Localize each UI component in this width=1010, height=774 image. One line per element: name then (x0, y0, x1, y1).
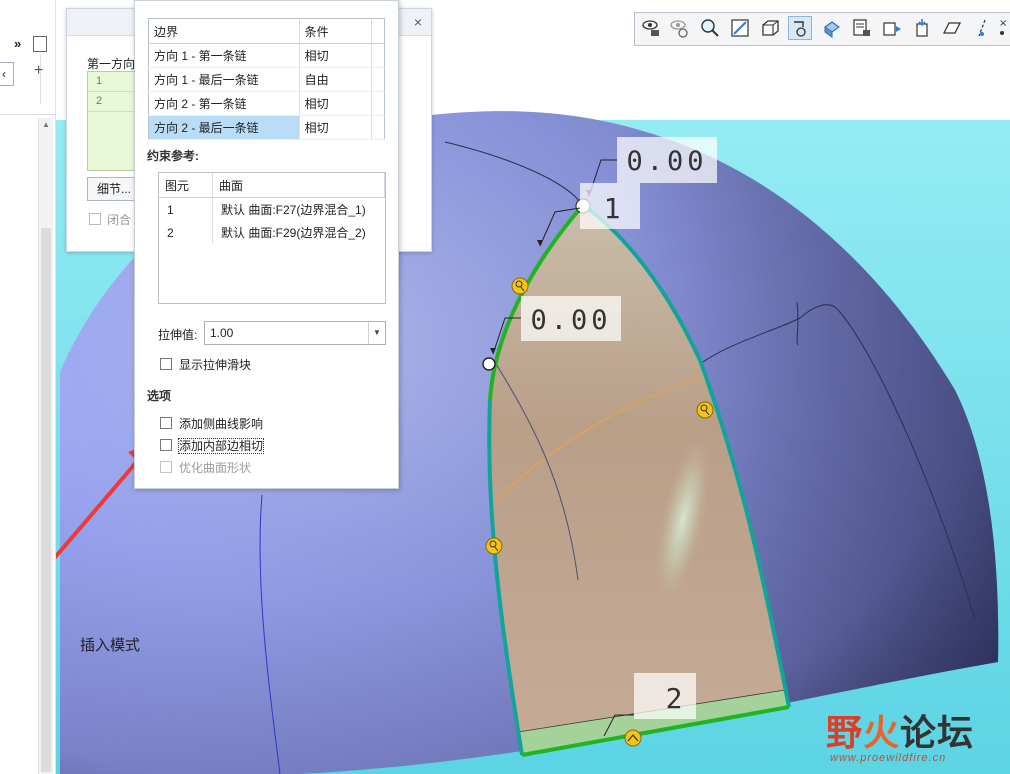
details-button[interactable]: 细节... (87, 177, 141, 201)
constraints-dialog: 边界 条件 方向 1 - 第一条链 相切 方向 1 - 最后一条链 自由 方向 … (134, 0, 399, 489)
perspective-icon[interactable] (941, 17, 963, 39)
closed-blend-checkbox[interactable]: 闭合 (89, 211, 131, 228)
control-point-left[interactable] (482, 357, 496, 371)
checkbox-icon[interactable] (160, 417, 172, 429)
close-icon[interactable]: × (414, 14, 422, 30)
tangent-marker-icon[interactable] (485, 537, 503, 555)
view-manager-icon[interactable] (851, 17, 873, 39)
stretch-value-label: 拉伸值: (158, 328, 198, 342)
show-stretch-slider-checkbox[interactable]: 显示拉伸滑块 (160, 356, 251, 373)
chain-label-1: 1 (604, 192, 621, 225)
back-button[interactable]: ‹ (0, 62, 14, 86)
expand-icon[interactable]: » (14, 36, 21, 51)
svg-text:×: × (999, 18, 1007, 29)
table-row[interactable]: 方向 1 - 最后一条链 自由 (148, 67, 385, 92)
column-header-element[interactable]: 图元 (159, 173, 213, 198)
datum-display-icon[interactable] (971, 17, 993, 39)
watermark-url: www.proewildfire.cn (830, 752, 947, 764)
list-item[interactable]: 1 (88, 72, 136, 92)
constraint-refs-label: 约束参考: (147, 149, 199, 163)
scroll-up-icon[interactable]: ▲ (41, 120, 51, 129)
document-icon[interactable] (33, 36, 47, 52)
stretch-value[interactable]: 1.00 (210, 326, 233, 340)
add-side-curve-checkbox[interactable]: 添加侧曲线影响 (160, 415, 263, 432)
column-header-surface[interactable]: 曲面 (212, 173, 385, 198)
stretch-value-dropdown[interactable]: 1.00 ▼ (204, 321, 386, 345)
table-row[interactable]: 2 默认 曲面:F29(边界混合_2) (159, 221, 385, 244)
watermark-logo: 野火论坛 (826, 712, 975, 753)
view-toolbar: × (634, 12, 1010, 46)
appearance-icon[interactable] (881, 17, 903, 39)
add-icon[interactable]: + (34, 62, 43, 80)
column-header-condition[interactable]: 条件 (299, 18, 373, 44)
tangent-marker-icon[interactable] (696, 401, 714, 419)
tree-scrollbar[interactable]: ▲ (38, 118, 53, 774)
checkbox-icon[interactable] (160, 439, 172, 451)
column-header-boundary[interactable]: 边界 (148, 18, 300, 44)
dimension-value-1[interactable]: 0.00 (626, 146, 707, 177)
status-mode-text: 插入模式 (80, 636, 141, 654)
table-row-selected[interactable]: 方向 2 - 最后一条链 相切 (148, 115, 385, 140)
refit-icon[interactable] (729, 17, 751, 39)
checkbox-icon[interactable] (89, 213, 101, 225)
chevron-down-icon[interactable]: ▼ (368, 322, 385, 344)
display-style-icon[interactable] (759, 17, 781, 39)
dimension-value-2[interactable]: 0.00 (530, 305, 611, 336)
add-inner-tangent-checkbox[interactable]: 添加内部边相切 (160, 437, 265, 454)
first-direction-label: 第一方向 (87, 57, 136, 71)
scroll-thumb[interactable] (41, 228, 51, 772)
section-icon[interactable] (911, 17, 933, 39)
options-title: 选项 (147, 389, 172, 403)
boundary-condition-table: 边界 条件 方向 1 - 第一条链 相切 方向 1 - 最后一条链 自由 方向 … (148, 18, 385, 140)
tangent-marker-icon[interactable] (624, 729, 642, 747)
table-row[interactable]: 方向 1 - 第一条链 相切 (148, 43, 385, 68)
table-row[interactable]: 1 默认 曲面:F27(边界混合_1) (159, 197, 385, 221)
annotation-icon[interactable]: × (997, 17, 1010, 39)
optimize-surface-checkbox: 优化曲面形状 (160, 459, 251, 476)
first-direction-list[interactable]: 1 2 (87, 71, 137, 171)
tangent-marker-icon[interactable] (511, 277, 529, 295)
checkbox-icon (160, 461, 172, 473)
model-tree-panel: » ‹ + ▲ (0, 0, 56, 774)
constraint-refs-table[interactable]: 图元 曲面 1 默认 曲面:F27(边界混合_1) 2 默认 曲面:F29(边界… (158, 172, 386, 304)
table-row[interactable]: 方向 2 - 第一条链 相切 (148, 91, 385, 116)
checkbox-icon[interactable] (160, 358, 172, 370)
chain-label-2: 2 (666, 682, 683, 715)
saved-view-icon[interactable] (640, 17, 662, 39)
zoom-icon[interactable] (699, 17, 721, 39)
spin-center-icon[interactable] (788, 16, 812, 40)
repaint-icon[interactable] (668, 17, 690, 39)
list-item[interactable]: 2 (88, 92, 136, 112)
named-view-icon[interactable] (821, 17, 843, 39)
